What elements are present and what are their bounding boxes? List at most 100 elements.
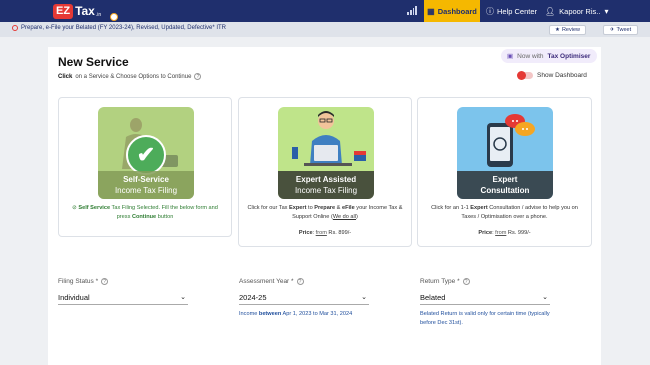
filing-status-label: Filing Status * ? bbox=[58, 278, 188, 285]
card-description: Click for an 1-1 Expert Consultation / a… bbox=[424, 204, 585, 221]
desc-part: Prepare bbox=[314, 205, 336, 211]
subtitle-text: on a Service & Choose Options to Continu… bbox=[75, 73, 192, 80]
help-icon[interactable]: ? bbox=[101, 278, 109, 285]
chevron-down-icon: ⌄ bbox=[542, 294, 548, 301]
price-from: from bbox=[315, 230, 327, 236]
emblem-icon bbox=[110, 13, 118, 21]
chevron-down-icon: ▾ bbox=[604, 6, 609, 16]
price-from: from bbox=[495, 230, 507, 236]
review-button[interactable]: ★ Review bbox=[549, 25, 586, 35]
expert-consultation-card[interactable]: Expert Consultation Click for an 1-1 Exp… bbox=[417, 97, 592, 247]
desc-bold: Self Service bbox=[78, 205, 111, 211]
desc-part: Expert bbox=[470, 205, 488, 211]
expert-assisted-card[interactable]: Expert Assisted Income Tax Filing Click … bbox=[238, 97, 412, 247]
card-description: ⊘ Self Service Tax Filing Selected. Fill… bbox=[65, 204, 225, 221]
tweet-label: Tweet bbox=[616, 27, 632, 33]
label-text: Filing Status * bbox=[58, 278, 99, 285]
nav-help-label: Help Center bbox=[497, 6, 538, 16]
signal-icon bbox=[407, 6, 417, 15]
user-icon: 👤︎ bbox=[545, 6, 556, 16]
assessment-year-field: Assessment Year * ? 2024-25 ⌄ Income bet… bbox=[239, 278, 369, 319]
page-subtitle: Click on a Service & Choose Options to C… bbox=[58, 73, 202, 80]
review-label: Review bbox=[561, 27, 580, 33]
hint-part: between bbox=[258, 311, 282, 317]
announcement[interactable]: Prepare, e-File your Belated (FY 2023-24… bbox=[12, 25, 226, 31]
chevron-down-icon: ⌄ bbox=[180, 294, 186, 301]
optimiser-now: Now with bbox=[517, 52, 544, 60]
nav-user-label: Kapoor Ris.. bbox=[559, 6, 601, 16]
return-type-select[interactable]: Belated ⌄ bbox=[420, 290, 550, 305]
select-value: 2024-25 bbox=[239, 292, 267, 302]
price-value: Rs. 899/- bbox=[328, 230, 352, 236]
help-icon[interactable]: ? bbox=[296, 278, 304, 285]
subtitle-bold: Click bbox=[58, 73, 73, 80]
dashboard-icon: ▦ bbox=[427, 6, 435, 16]
desc-part: & bbox=[336, 205, 341, 211]
card-band: Expert Consultation bbox=[457, 171, 553, 199]
chevron-down-icon: ⌄ bbox=[361, 294, 367, 301]
checkmark-icon: ✔ bbox=[126, 135, 166, 175]
assessment-year-label: Assessment Year * ? bbox=[239, 278, 369, 285]
self-service-card[interactable]: ✔ Self-Service Income Tax Filing ⊘ Self … bbox=[58, 97, 232, 237]
nav-user-menu[interactable]: 👤︎ Kapoor Ris.. ▾ bbox=[545, 0, 608, 22]
assessment-year-select[interactable]: 2024-25 ⌄ bbox=[239, 290, 369, 305]
price-label: Price bbox=[298, 230, 313, 236]
card-title: Expert Assisted bbox=[295, 175, 357, 184]
info-icon: ⓘ bbox=[486, 6, 494, 16]
select-value: Belated bbox=[420, 292, 446, 302]
tweet-button[interactable]: ✈ Tweet bbox=[603, 25, 638, 35]
label-text: Assessment Year * bbox=[239, 278, 294, 285]
announcement-bar: Prepare, e-File your Belated (FY 2023-24… bbox=[0, 22, 650, 37]
card-title: Self-Service bbox=[123, 175, 169, 184]
we-do-all-link[interactable]: We do all bbox=[333, 214, 356, 220]
expert-consultation-illustration: Expert Consultation bbox=[457, 107, 553, 199]
page-title: New Service bbox=[58, 55, 129, 69]
card-band: Self-Service Income Tax Filing bbox=[98, 171, 194, 199]
logo-tax: Tax bbox=[75, 4, 95, 18]
twitter-icon: ✈ bbox=[609, 27, 615, 33]
card-price: Price: from Rs. 999/- bbox=[478, 230, 531, 236]
card-price: Price: from Rs. 899/- bbox=[298, 230, 352, 236]
alert-icon bbox=[12, 25, 18, 31]
return-type-label: Return Type * ? bbox=[420, 278, 550, 285]
tax-optimiser-badge[interactable]: ▣ Now with Tax Optimiser bbox=[501, 49, 597, 63]
desc-part: Click for our Tax bbox=[247, 205, 288, 211]
card-subtitle: Income Tax Filing bbox=[114, 186, 178, 195]
logo[interactable]: EZ Tax .in bbox=[53, 3, 101, 19]
optimiser-label: Tax Optimiser bbox=[547, 52, 591, 60]
desc-part: eFile bbox=[341, 205, 355, 211]
hint-part: Income bbox=[239, 311, 258, 317]
price-label: Price bbox=[478, 230, 493, 236]
desc-continue: Continue bbox=[131, 213, 157, 220]
return-type-hint: Belated Return is valid only for certain… bbox=[420, 311, 550, 326]
top-navbar: EZ Tax .in ▦ Dashboard ⓘ Help Center 👤︎ … bbox=[0, 0, 650, 22]
hint-part: Apr 1, 2023 to Mar 31, 2024 bbox=[282, 311, 353, 317]
main-panel: New Service Click on a Service & Choose … bbox=[48, 47, 601, 365]
card-title: Expert bbox=[492, 175, 518, 184]
filing-status-select[interactable]: Individual ⌄ bbox=[58, 290, 188, 305]
nav-dashboard-label: Dashboard bbox=[437, 6, 477, 16]
assessment-year-hint: Income between Apr 1, 2023 to Mar 31, 20… bbox=[239, 310, 369, 319]
nav-help-center[interactable]: ⓘ Help Center bbox=[486, 0, 537, 22]
help-icon[interactable]: ? bbox=[194, 73, 202, 80]
card-description: Click for our Tax Expert to Prepare & eF… bbox=[245, 204, 405, 221]
desc-part: Expert bbox=[289, 205, 307, 211]
help-icon[interactable]: ? bbox=[462, 278, 470, 285]
logo-ez: EZ bbox=[53, 3, 74, 19]
desc-end: button bbox=[157, 213, 174, 220]
optimiser-icon: ▣ bbox=[507, 53, 514, 60]
logo-suffix: .in bbox=[95, 11, 102, 18]
price-value: Rs. 999/- bbox=[507, 230, 531, 236]
card-subtitle: Income Tax Filing bbox=[294, 186, 358, 195]
star-icon: ★ bbox=[555, 27, 560, 33]
select-value: Individual bbox=[58, 292, 90, 302]
self-service-illustration: ✔ Self-Service Income Tax Filing bbox=[98, 107, 194, 199]
announcement-text: Prepare, e-File your Belated (FY 2023-24… bbox=[21, 25, 226, 31]
card-subtitle: Consultation bbox=[480, 186, 530, 195]
check-circle-icon: ⊘ bbox=[72, 205, 77, 211]
label-text: Return Type * bbox=[420, 278, 460, 285]
return-type-field: Return Type * ? Belated ⌄ Belated Return… bbox=[420, 278, 550, 328]
show-dashboard-toggle[interactable] bbox=[517, 71, 533, 80]
desc-part: to bbox=[308, 205, 313, 211]
nav-dashboard[interactable]: ▦ Dashboard bbox=[424, 0, 480, 22]
